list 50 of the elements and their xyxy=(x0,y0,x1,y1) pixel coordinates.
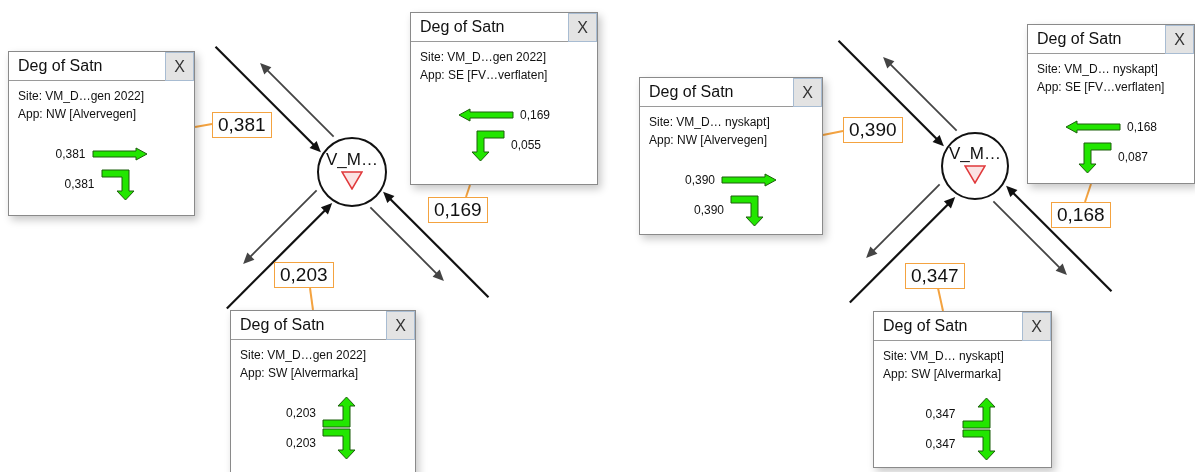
site-text: Site: VM_D…gen 2022] xyxy=(420,49,548,66)
site-text: Site: VM_D… nyskapt] xyxy=(883,348,1005,365)
leader-line xyxy=(465,184,471,198)
approach-text: App: SW [Alvermarka] xyxy=(240,365,360,382)
value-label: 0,203 xyxy=(274,262,334,288)
straight-arrow-icon xyxy=(1065,120,1121,134)
movement-value: 0,169 xyxy=(520,108,550,122)
value-label: 0,381 xyxy=(212,112,272,138)
movement-value: 0,381 xyxy=(55,147,86,161)
value-label: 0,169 xyxy=(428,197,488,223)
straight-arrow-icon xyxy=(91,147,148,161)
leader-line xyxy=(937,287,944,312)
movement-value: 0,203 xyxy=(286,406,316,420)
triangle-icon xyxy=(964,164,986,184)
leader-line xyxy=(822,130,844,136)
value-label: 0,168 xyxy=(1051,202,1111,228)
movement-value: 0,347 xyxy=(925,407,956,421)
site-text: Site: VM_D… nyskapt] xyxy=(1037,61,1159,78)
close-button[interactable]: X xyxy=(1165,25,1194,54)
value-label: 0,390 xyxy=(843,117,903,143)
close-button[interactable]: X xyxy=(568,13,597,42)
movement-value: 0,055 xyxy=(511,138,541,152)
movement-value: 0,168 xyxy=(1127,120,1157,134)
close-button[interactable]: X xyxy=(1022,312,1051,341)
approach-text: App: NW [Alvervegen] xyxy=(649,132,769,149)
value-label: 0,347 xyxy=(905,263,965,289)
site-text: Site: VM_D… nyskapt] xyxy=(649,114,771,131)
approach-text: App: NW [Alvervegen] xyxy=(18,106,138,123)
leader-line xyxy=(1084,183,1092,203)
leader-line xyxy=(194,123,213,128)
approach-text: App: SE [FV…verflaten] xyxy=(420,67,549,84)
close-button[interactable]: X xyxy=(386,311,415,340)
approach-text: App: SE [FV…verflaten] xyxy=(1037,79,1166,96)
straight-arrow-icon xyxy=(458,108,514,122)
triangle-icon xyxy=(341,170,363,190)
site-text: Site: VM_D…gen 2022] xyxy=(240,347,368,364)
straight-arrow-icon xyxy=(721,173,777,187)
movement-value: 0,203 xyxy=(286,436,316,450)
movement-value: 0,087 xyxy=(1118,150,1148,164)
movement-value: 0,381 xyxy=(64,177,95,191)
leader-line xyxy=(309,287,314,311)
close-button[interactable]: X xyxy=(165,52,194,81)
node-label: V_M… xyxy=(949,144,1001,163)
close-button[interactable]: X xyxy=(793,78,822,107)
node-label: V_M… xyxy=(326,150,378,169)
movement-value: 0,347 xyxy=(925,437,956,451)
approach-text: App: SW [Alvermarka] xyxy=(883,366,1003,383)
site-text: Site: VM_D…gen 2022] xyxy=(18,88,146,105)
movement-value: 0,390 xyxy=(685,173,715,187)
movement-value: 0,390 xyxy=(694,203,724,217)
